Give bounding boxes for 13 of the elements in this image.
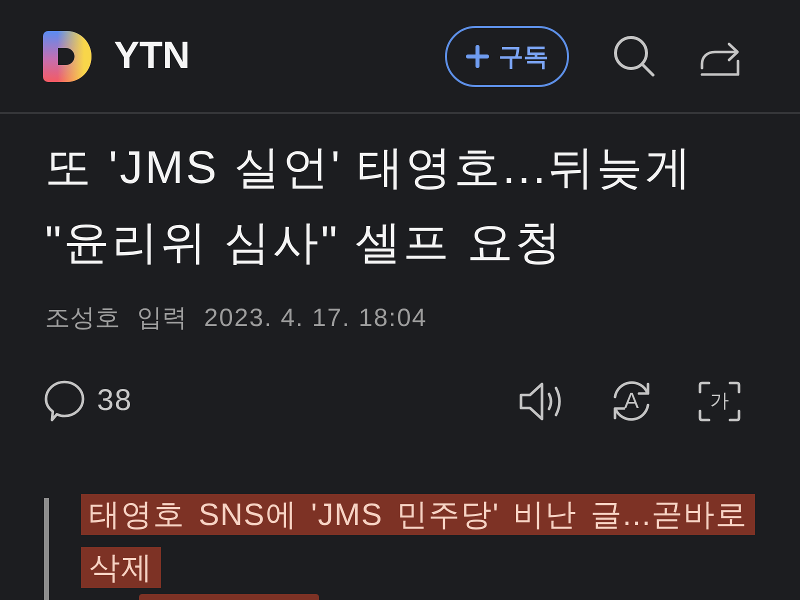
- article-title: 또 'JMS 실언' 태영호...뒤늦게 "윤리위 심사" 셀프 요청: [45, 140, 694, 270]
- speech-bubble-icon: [44, 380, 85, 422]
- plus-icon: [466, 44, 488, 68]
- subscribe-button[interactable]: 구독: [445, 26, 569, 86]
- date-label: 입력: [137, 303, 187, 334]
- search-icon[interactable]: [613, 35, 655, 77]
- translate-button[interactable]: A: [610, 380, 653, 422]
- author-name: 조성호: [45, 303, 120, 334]
- text-size-button[interactable]: 가: [698, 380, 741, 422]
- channel-name: YTN: [114, 37, 190, 75]
- publish-date: 2023. 4. 17. 18:04: [204, 303, 428, 334]
- comment-button[interactable]: 38: [44, 380, 132, 422]
- corner-brackets-icon: [698, 380, 741, 422]
